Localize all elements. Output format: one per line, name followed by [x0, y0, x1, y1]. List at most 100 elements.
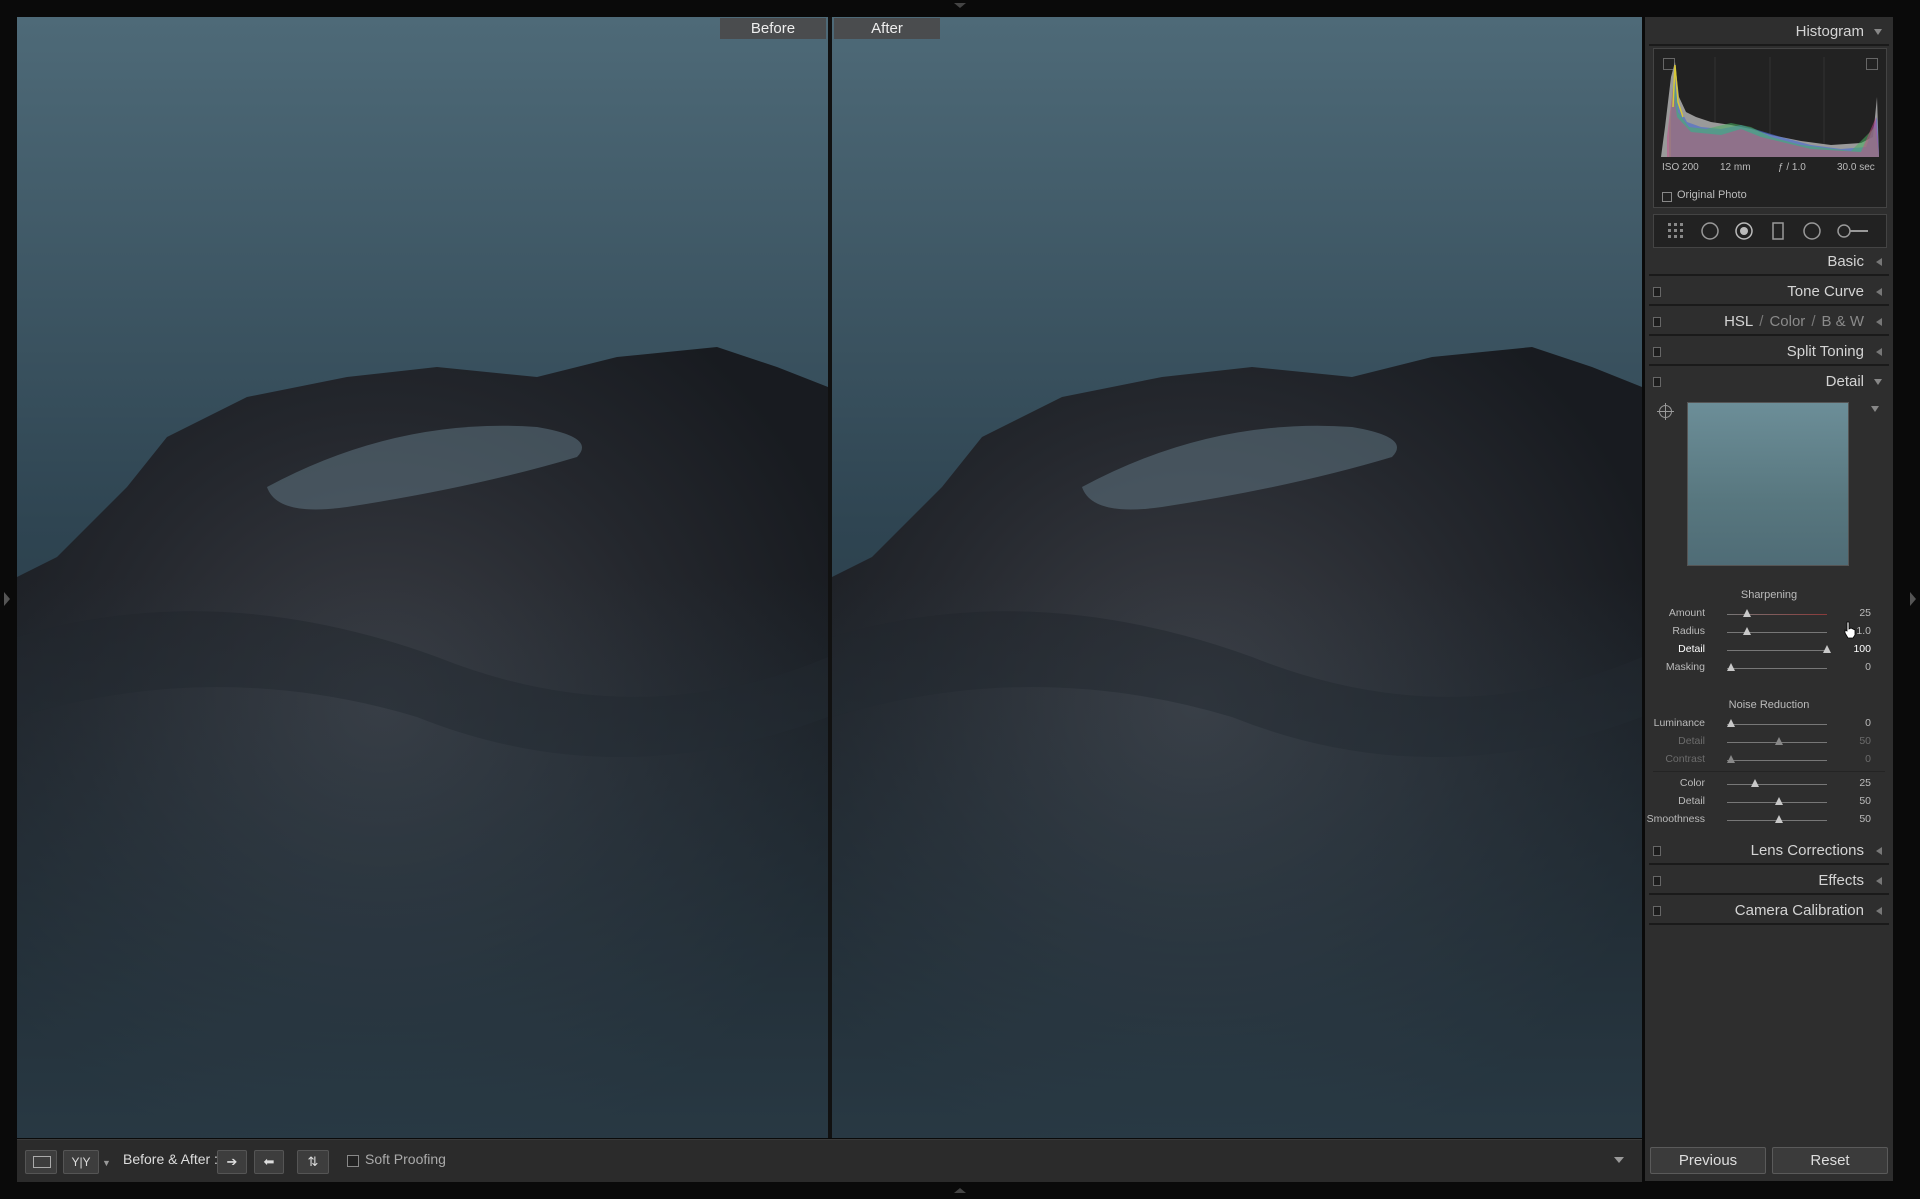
radius-value[interactable]: 1.0	[1856, 625, 1871, 637]
detail-slider-track[interactable]	[1727, 650, 1827, 651]
luminance-slider-row[interactable]: Luminance 0	[1649, 717, 1889, 732]
expand-triangle-icon	[1876, 877, 1882, 885]
target-adjust-icon[interactable]	[1657, 403, 1674, 420]
smoothness-label: Smoothness	[1646, 813, 1705, 825]
detail-slider-row[interactable]: Detail 50	[1649, 795, 1889, 810]
masking-slider-thumb[interactable]	[1727, 663, 1735, 671]
toolbar: Y|Y ▼ Before & After : ➔ ⬅ ⇅ Soft Proofi…	[17, 1139, 1642, 1182]
smoothness-slider-row[interactable]: Smoothness 50	[1646, 813, 1889, 828]
arrow-right-icon: ➔	[226, 1154, 238, 1169]
tone-curve-panel-header[interactable]: Tone Curve	[1649, 277, 1889, 306]
previous-button[interactable]: Previous	[1650, 1147, 1766, 1174]
original-photo-checkbox[interactable]	[1662, 192, 1672, 202]
exif-focal-length: 12 mm	[1720, 162, 1751, 173]
radius-slider-thumb[interactable]	[1743, 627, 1752, 635]
after-image-pane[interactable]	[832, 17, 1642, 1138]
masking-value[interactable]: 0	[1865, 661, 1871, 673]
before-photo	[17, 17, 828, 1138]
grid-icon[interactable]	[1666, 221, 1686, 241]
detail-preview-image[interactable]	[1687, 402, 1849, 566]
contrast-value[interactable]: 0	[1865, 753, 1871, 765]
panel-switch-icon[interactable]	[1653, 347, 1661, 357]
amount-slider-thumb[interactable]	[1743, 609, 1752, 617]
hand-cursor-icon	[1844, 621, 1856, 639]
smoothness-value[interactable]: 50	[1859, 813, 1871, 825]
tab-color[interactable]: Color	[1769, 313, 1805, 330]
radial-filter-icon[interactable]	[1802, 221, 1822, 241]
basic-panel-header[interactable]: Basic	[1649, 247, 1889, 276]
histogram-header[interactable]: Histogram	[1649, 17, 1889, 46]
detail-slider-thumb[interactable]	[1823, 645, 1831, 653]
toolbar-menu-icon[interactable]	[1614, 1157, 1624, 1163]
copy-before-to-after-button[interactable]: ➔	[217, 1150, 247, 1174]
detail-preview-section	[1649, 392, 1889, 582]
radius-slider-track[interactable]	[1727, 632, 1827, 633]
graduated-filter-icon[interactable]	[1768, 221, 1788, 241]
masking-slider-track[interactable]	[1727, 668, 1827, 669]
right-panel-toggle-icon[interactable]	[1910, 592, 1916, 606]
crop-icon[interactable]	[1700, 221, 1720, 241]
detail-value[interactable]: 50	[1859, 735, 1871, 747]
histogram[interactable]: ISO 200 12 mm ƒ / 1.0 30.0 sec Original …	[1653, 48, 1887, 208]
luminance-value[interactable]: 0	[1865, 717, 1871, 729]
effects-panel-header[interactable]: Effects	[1649, 866, 1889, 895]
loupe-view-button[interactable]	[25, 1150, 57, 1174]
bottom-panel-toggle-icon[interactable]	[954, 1188, 966, 1193]
color-slider-row[interactable]: Color 25	[1649, 777, 1889, 792]
luminance-slider-thumb[interactable]	[1727, 719, 1735, 727]
panel-switch-icon[interactable]	[1653, 317, 1661, 327]
luminance-slider-track[interactable]	[1727, 724, 1827, 725]
panel-switch-icon[interactable]	[1653, 906, 1661, 916]
view-mode-dropdown-icon[interactable]: ▼	[102, 1158, 111, 1168]
tool-strip	[1653, 214, 1887, 248]
soft-proofing-checkbox[interactable]	[347, 1155, 359, 1167]
camera-calibration-panel-header[interactable]: Camera Calibration	[1649, 896, 1889, 925]
detail-value[interactable]: 100	[1853, 643, 1871, 655]
amount-slider-track[interactable]	[1727, 614, 1827, 615]
split-toning-panel-header[interactable]: Split Toning	[1649, 337, 1889, 366]
panel-switch-icon[interactable]	[1653, 846, 1661, 856]
amount-value[interactable]: 25	[1859, 607, 1871, 619]
detail-value[interactable]: 50	[1859, 795, 1871, 807]
detail-slider-row[interactable]: Detail 50	[1649, 735, 1889, 750]
masking-slider-row[interactable]: Masking 0	[1649, 661, 1889, 676]
copy-after-to-before-button[interactable]: ⬅	[254, 1150, 284, 1174]
tab-hsl[interactable]: HSL	[1724, 313, 1753, 330]
tab-bw[interactable]: B & W	[1821, 313, 1864, 330]
detail-label: Detail	[1678, 643, 1705, 655]
color-slider-thumb[interactable]	[1751, 779, 1759, 787]
contrast-slider-track[interactable]	[1727, 760, 1827, 761]
adjustment-brush-icon[interactable]	[1836, 221, 1870, 241]
detail-slider-thumb[interactable]	[1775, 797, 1783, 805]
expand-triangle-icon	[1876, 258, 1882, 266]
soft-proofing-label[interactable]: Soft Proofing	[365, 1151, 446, 1167]
hsl-panel-header[interactable]: HSL / Color / B & W	[1649, 307, 1889, 336]
histogram-title: Histogram	[1795, 23, 1864, 40]
color-slider-track[interactable]	[1727, 784, 1827, 785]
preview-menu-icon[interactable]	[1871, 406, 1879, 412]
before-after-view-button[interactable]: Y|Y	[63, 1150, 99, 1174]
effects-title: Effects	[1818, 872, 1864, 889]
before-image-pane[interactable]	[17, 17, 828, 1138]
contrast-slider-thumb[interactable]	[1727, 755, 1735, 763]
panel-switch-icon[interactable]	[1653, 287, 1661, 297]
amount-slider-row[interactable]: Amount 25	[1649, 607, 1889, 622]
collapse-triangle-icon	[1874, 379, 1882, 385]
spot-removal-icon[interactable]	[1734, 221, 1754, 241]
arrow-left-icon: ⬅	[263, 1154, 275, 1169]
panel-switch-icon[interactable]	[1653, 876, 1661, 886]
panel-switch-icon[interactable]	[1653, 377, 1661, 387]
reset-button[interactable]: Reset	[1772, 1147, 1888, 1174]
before-after-label: Before & After :	[123, 1151, 218, 1167]
top-panel-toggle-icon[interactable]	[954, 3, 966, 8]
detail-slider-thumb[interactable]	[1775, 737, 1783, 745]
swap-before-after-button[interactable]: ⇅	[297, 1150, 329, 1174]
lens-corrections-panel-header[interactable]: Lens Corrections	[1649, 836, 1889, 865]
color-value[interactable]: 25	[1859, 777, 1871, 789]
smoothness-slider-thumb[interactable]	[1775, 815, 1783, 823]
detail-slider-row[interactable]: Detail 100	[1649, 643, 1889, 658]
original-photo-label[interactable]: Original Photo	[1677, 189, 1747, 201]
hsl-tabs: HSL / Color / B & W	[1724, 313, 1864, 330]
left-panel-toggle-icon[interactable]	[4, 592, 10, 606]
contrast-slider-row[interactable]: Contrast 0	[1649, 753, 1889, 768]
